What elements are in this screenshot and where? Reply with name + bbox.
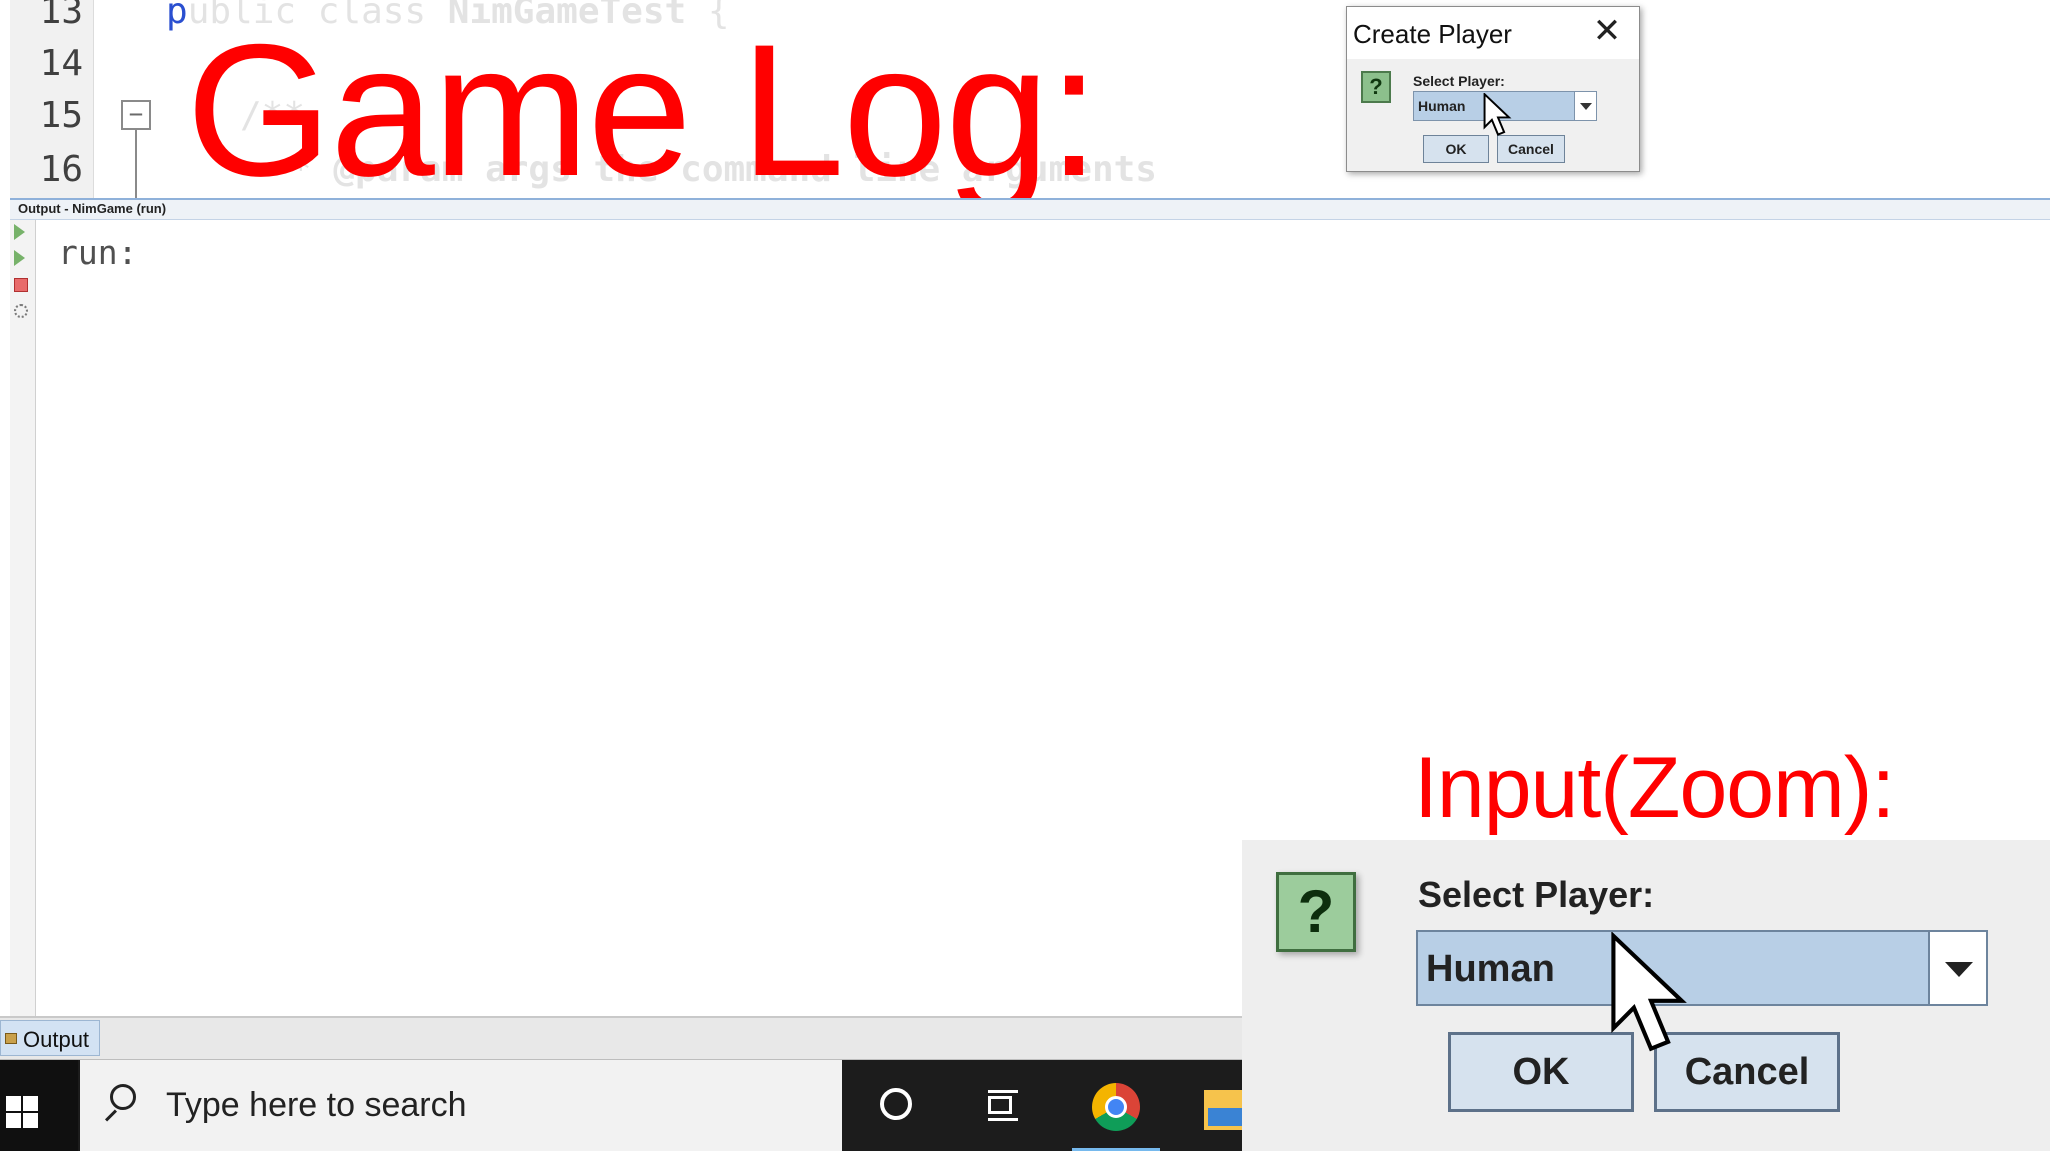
screen: 13 14 15 16 − public class NimGameTest {… [0, 0, 2050, 1151]
select-player-label: Select Player: [1418, 874, 1655, 915]
output-panel-header[interactable]: Output - NimGame (run) [10, 198, 2050, 220]
task-view-bar [988, 1090, 1018, 1093]
chrome-icon[interactable] [1092, 1083, 1140, 1131]
windows-taskbar: Type here to search [0, 1060, 1242, 1151]
mouse-pointer-icon [1611, 932, 1687, 1052]
question-icon: ? [1361, 71, 1391, 103]
output-window-icon [5, 1033, 17, 1044]
search-icon-handle [104, 1109, 118, 1122]
search-placeholder: Type here to search [166, 1086, 467, 1124]
file-explorer-icon[interactable] [1204, 1090, 1242, 1130]
tab-output[interactable]: Output [0, 1020, 100, 1056]
output-toolbar [10, 220, 36, 1016]
zoomed-dialog-panel: ? Select Player: Human OK Cancel [1242, 840, 2050, 1151]
cortana-icon[interactable] [880, 1088, 912, 1120]
folder-icon-front [1208, 1108, 1242, 1126]
create-player-dialog[interactable]: Create Player ✕ ? Select Player: Human O… [1346, 6, 1640, 172]
line-number: 13 [39, 0, 83, 32]
dialog-titlebar[interactable]: Create Player ✕ [1347, 7, 1639, 59]
game-log-overlay-title: Game Log: [186, 5, 1100, 215]
select-player-label: Select Player: [1413, 73, 1505, 89]
settings-icon[interactable] [14, 304, 28, 318]
player-type-dropdown[interactable]: Human [1416, 930, 1988, 1006]
chrome-icon-center [1105, 1096, 1127, 1118]
task-view-bar [988, 1118, 1018, 1121]
task-view-frame [988, 1096, 1012, 1114]
mouse-pointer-icon [1483, 93, 1512, 136]
dropdown-selected-value: Human [1426, 948, 1555, 990]
fold-line [135, 130, 137, 198]
taskbar-search-input[interactable]: Type here to search [80, 1060, 842, 1151]
stop-icon[interactable] [14, 278, 28, 292]
chevron-down-icon[interactable] [1574, 92, 1596, 120]
windows-logo-pane [6, 1096, 21, 1111]
collapse-fold-icon[interactable]: − [121, 100, 151, 130]
task-view-icon[interactable] [984, 1090, 1020, 1122]
close-icon[interactable]: ✕ [1589, 13, 1625, 49]
windows-logo-pane [23, 1096, 38, 1111]
bottom-tab-strip: Output [0, 1018, 1242, 1060]
output-console-text: run: [58, 233, 138, 272]
ok-button[interactable]: OK [1423, 135, 1489, 163]
output-panel-title: Output - NimGame (run) [18, 201, 167, 216]
line-number: 15 [39, 95, 83, 136]
rerun-with-args-icon[interactable] [14, 250, 25, 266]
windows-logo-pane [23, 1113, 38, 1128]
chevron-down-icon[interactable] [1928, 932, 1986, 1004]
cancel-button[interactable]: Cancel [1497, 135, 1565, 163]
text-cursor-char: p [166, 0, 188, 32]
ok-button[interactable]: OK [1448, 1032, 1634, 1112]
dropdown-selected-value: Human [1418, 98, 1466, 114]
rerun-icon[interactable] [14, 224, 25, 240]
line-number: 14 [39, 43, 83, 84]
zoom-overlay-title: Input(Zoom): [1414, 740, 1895, 836]
question-icon: ? [1276, 872, 1356, 952]
search-icon [110, 1084, 136, 1110]
tab-output-label: Output [23, 1027, 90, 1052]
line-number-gutter: 13 14 15 16 [10, 0, 94, 198]
code-editor[interactable]: 13 14 15 16 − public class NimGameTest {… [0, 0, 2050, 210]
line-number: 16 [39, 149, 83, 190]
windows-logo-pane [6, 1113, 21, 1128]
dialog-title: Create Player [1353, 19, 1512, 49]
windows-start-icon[interactable] [0, 1060, 78, 1151]
